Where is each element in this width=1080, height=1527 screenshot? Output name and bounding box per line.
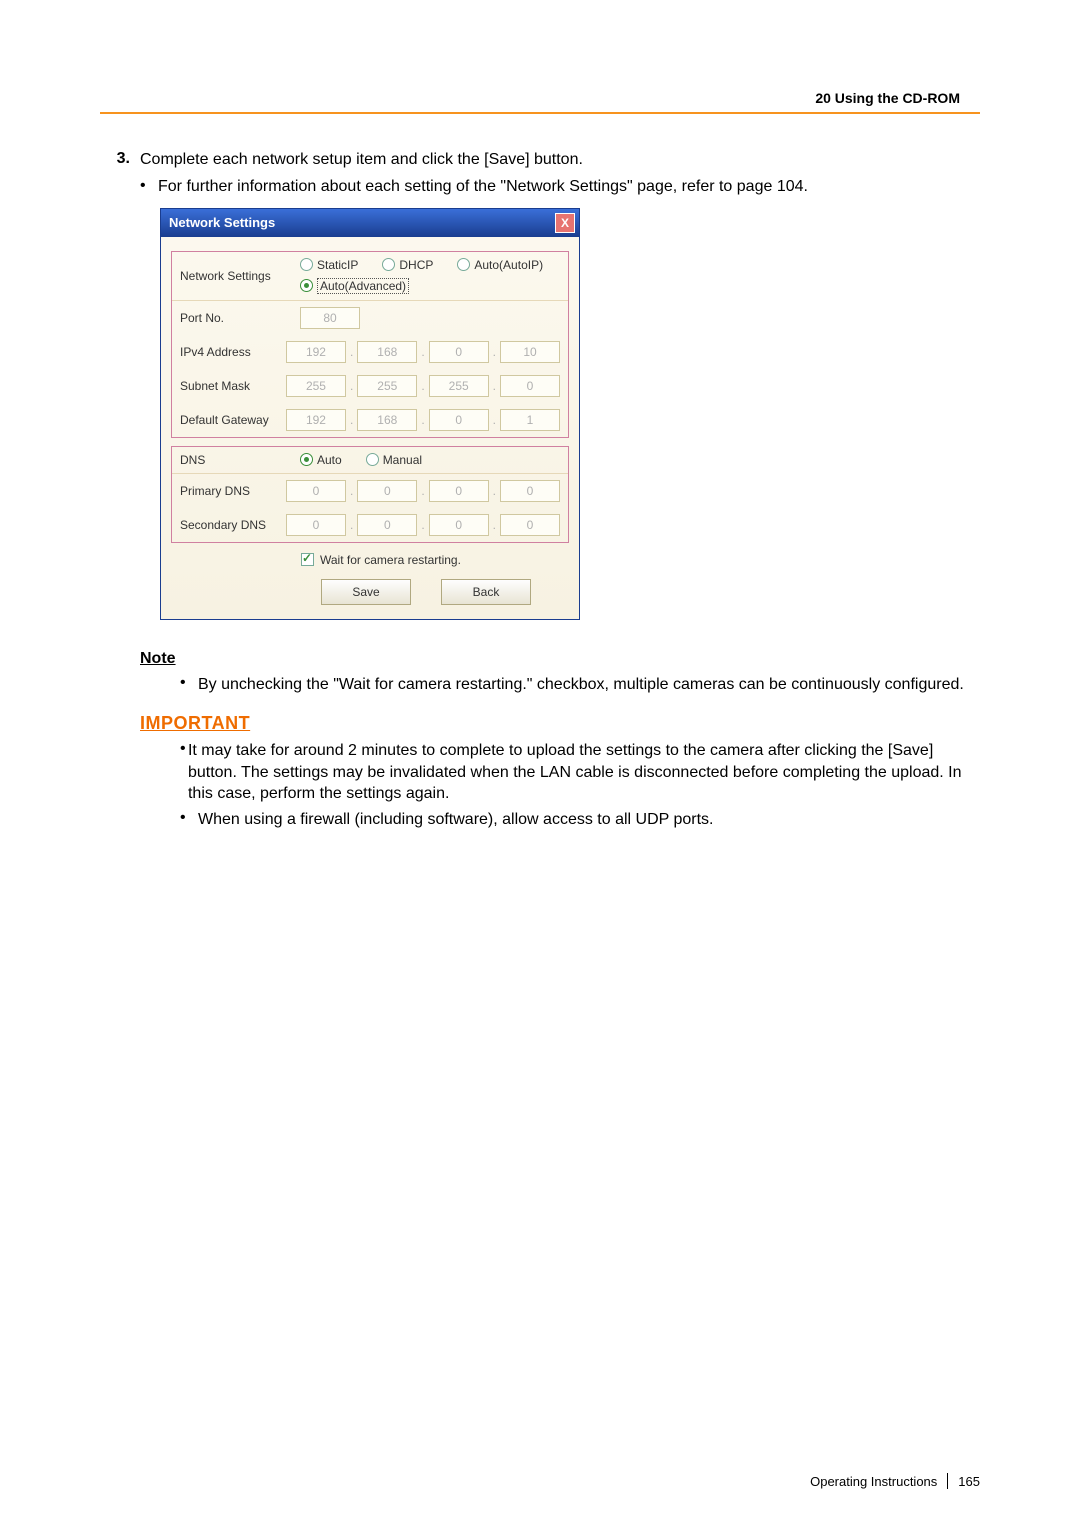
note-heading: Note [140, 650, 980, 668]
wait-label: Wait for camera restarting. [320, 553, 461, 567]
bullet-icon: • [180, 740, 188, 805]
secondary-dns-4[interactable] [500, 514, 560, 536]
radio-dns-manual[interactable]: Manual [366, 453, 422, 467]
gateway-octet-3[interactable] [429, 409, 489, 431]
radio-static-ip[interactable]: StaticIP [300, 258, 358, 272]
gateway-octet-4[interactable] [500, 409, 560, 431]
radio-dhcp-label: DHCP [399, 258, 433, 272]
port-label: Port No. [180, 311, 300, 325]
dialog-titlebar: Network Settings X [161, 209, 579, 237]
secondary-dns-3[interactable] [429, 514, 489, 536]
radio-static-ip-label: StaticIP [317, 258, 358, 272]
radio-auto-advanced-label: Auto(Advanced) [317, 278, 409, 294]
primary-dns-label: Primary DNS [180, 484, 286, 498]
network-settings-dialog: Network Settings X Network Settings Stat… [160, 208, 580, 620]
step-sub-text: For further information about each setti… [158, 177, 808, 198]
ipv4-octet-3[interactable] [429, 341, 489, 363]
subnet-octet-2[interactable] [357, 375, 417, 397]
port-input[interactable] [300, 307, 360, 329]
radio-dns-auto[interactable]: Auto [300, 453, 342, 467]
secondary-dns-label: Secondary DNS [180, 518, 286, 532]
radio-auto-advanced[interactable]: Auto(Advanced) [300, 278, 409, 294]
bullet-icon: • [180, 674, 198, 696]
header-section: 20 Using the CD-ROM [815, 90, 960, 106]
header-rule [100, 112, 980, 114]
secondary-dns-1[interactable] [286, 514, 346, 536]
ipv4-octet-1[interactable] [286, 341, 346, 363]
primary-dns-3[interactable] [429, 480, 489, 502]
dns-label: DNS [180, 453, 300, 467]
dialog-title: Network Settings [169, 215, 275, 230]
bullet-icon: • [140, 177, 158, 198]
footer-label: Operating Instructions [810, 1474, 937, 1489]
ipv4-octet-2[interactable] [357, 341, 417, 363]
ipv4-label: IPv4 Address [180, 345, 286, 359]
gateway-octet-1[interactable] [286, 409, 346, 431]
close-icon[interactable]: X [555, 213, 575, 233]
important-heading: IMPORTANT [140, 713, 980, 734]
important-item-2: When using a firewall (including softwar… [198, 809, 713, 831]
subnet-octet-1[interactable] [286, 375, 346, 397]
subnet-octet-4[interactable] [500, 375, 560, 397]
save-button[interactable]: Save [321, 579, 411, 605]
ipv4-octet-4[interactable] [500, 341, 560, 363]
back-button[interactable]: Back [441, 579, 531, 605]
radio-dns-manual-label: Manual [383, 453, 422, 467]
radio-auto-ip[interactable]: Auto(AutoIP) [457, 258, 543, 272]
gateway-label: Default Gateway [180, 413, 286, 427]
primary-dns-2[interactable] [357, 480, 417, 502]
radio-auto-ip-label: Auto(AutoIP) [474, 258, 543, 272]
subnet-octet-3[interactable] [429, 375, 489, 397]
radio-dhcp[interactable]: DHCP [382, 258, 433, 272]
bullet-icon: • [180, 809, 198, 831]
footer-page: 165 [958, 1474, 980, 1489]
primary-dns-4[interactable] [500, 480, 560, 502]
footer-divider [947, 1473, 948, 1489]
step-number: 3. [100, 150, 140, 171]
important-item-1: It may take for around 2 minutes to comp… [188, 740, 980, 805]
note-item-1: By unchecking the "Wait for camera resta… [198, 674, 964, 696]
step-text: Complete each network setup item and cli… [140, 150, 583, 171]
radio-dns-auto-label: Auto [317, 453, 342, 467]
network-settings-label: Network Settings [180, 269, 300, 283]
gateway-octet-2[interactable] [357, 409, 417, 431]
subnet-label: Subnet Mask [180, 379, 286, 393]
primary-dns-1[interactable] [286, 480, 346, 502]
secondary-dns-2[interactable] [357, 514, 417, 536]
wait-checkbox[interactable] [301, 553, 314, 566]
